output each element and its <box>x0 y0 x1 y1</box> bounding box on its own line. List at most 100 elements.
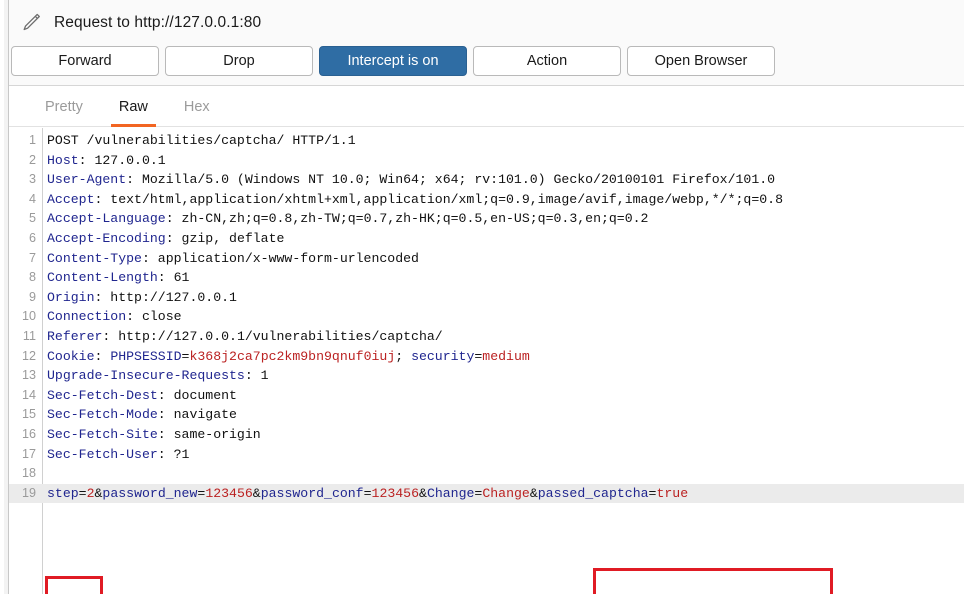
code-token: passed_captcha <box>537 485 649 501</box>
line-text: Host: 127.0.0.1 <box>47 151 166 171</box>
drop-button[interactable]: Drop <box>165 46 313 76</box>
code-token: password_new <box>102 485 198 501</box>
code-token: Accept-Encoding <box>47 230 166 246</box>
code-token: 123456 <box>371 485 420 501</box>
code-token: Referer <box>47 328 103 344</box>
line-text: Content-Length: 61 <box>47 268 189 288</box>
intercept-toolbar: Forward Drop Intercept is on Action Open… <box>11 46 775 76</box>
code-token: security <box>411 348 475 364</box>
message-view-tabbar: Pretty Raw Hex <box>9 87 964 127</box>
line-number: 14 <box>21 387 36 402</box>
code-token: medium <box>482 348 530 364</box>
code-token: Host <box>47 152 79 168</box>
code-line[interactable]: 18 <box>9 464 964 484</box>
request-raw-text[interactable]: 1 POST /vulnerabilities/captcha/ HTTP/1.1… <box>9 131 964 504</box>
code-line[interactable]: 12 Cookie: PHPSESSID=k368j2ca7pc2km9bn9qn… <box>9 347 964 367</box>
line-text: Accept: text/html,application/xhtml+xml,… <box>47 190 783 210</box>
code-token: : http://127.0.0.1/vulnerabilities/captc… <box>102 328 443 344</box>
line-text: Sec-Fetch-User: ?1 <box>47 445 189 465</box>
code-line[interactable]: 3 User-Agent: Mozilla/5.0 (Windows NT 10.… <box>9 170 964 190</box>
code-line[interactable]: 16 Sec-Fetch-Site: same-origin <box>9 425 964 445</box>
annotation-box-passed-captcha-param <box>593 568 833 594</box>
line-number: 8 <box>28 270 36 285</box>
page-title: Request to http://127.0.0.1:80 <box>54 14 262 31</box>
code-line[interactable]: 6 Accept-Encoding: gzip, deflate <box>9 229 964 249</box>
line-text: Origin: http://127.0.0.1 <box>47 288 237 308</box>
line-number: 10 <box>21 309 36 324</box>
code-token: : text/html,application/xhtml+xml,applic… <box>94 191 783 207</box>
tab-raw[interactable]: Raw <box>101 87 166 127</box>
code-token: & <box>529 485 538 501</box>
code-line[interactable]: 5 Accept-Language: zh-CN,zh;q=0.8,zh-TW;q… <box>9 209 964 229</box>
tab-label: Hex <box>183 99 210 115</box>
code-line[interactable]: 15 Sec-Fetch-Mode: navigate <box>9 405 964 425</box>
tab-pretty[interactable]: Pretty <box>27 87 101 127</box>
line-text: step=2&password_new=123456&password_conf… <box>47 484 688 504</box>
code-line[interactable]: 4 Accept: text/html,application/xhtml+xml… <box>9 190 964 210</box>
code-line[interactable]: 1 POST /vulnerabilities/captcha/ HTTP/1.1 <box>9 131 964 151</box>
code-token: Accept <box>47 191 95 207</box>
action-button[interactable]: Action <box>473 46 621 76</box>
line-number: 1 <box>28 133 36 147</box>
code-token: PHPSESSID <box>110 348 182 364</box>
code-token: k368j2ca7pc2km9bn9qnuf0iuj <box>189 348 396 364</box>
code-line[interactable]: 10 Connection: close <box>9 307 964 327</box>
code-line[interactable]: 8 Content-Length: 61 <box>9 268 964 288</box>
line-number: 15 <box>21 407 36 422</box>
line-number: 3 <box>28 172 36 187</box>
code-token: : http://127.0.0.1 <box>94 289 237 305</box>
code-line[interactable]: 13 Upgrade-Insecure-Requests: 1 <box>9 366 964 386</box>
code-line[interactable]: 19 step=2&password_new=123456&password_co… <box>9 483 964 504</box>
code-token: POST /vulnerabilities/captcha/ HTTP/1.1 <box>47 133 356 148</box>
line-number: 6 <box>28 230 36 245</box>
request-title-row: Request to http://127.0.0.1:80 <box>18 9 261 37</box>
code-line[interactable]: 17 Sec-Fetch-User: ?1 <box>9 445 964 465</box>
code-token: : gzip, deflate <box>165 230 285 246</box>
tab-label: Raw <box>118 99 148 115</box>
line-text: Upgrade-Insecure-Requests: 1 <box>47 366 269 386</box>
burp-intercept-window: Request to http://127.0.0.1:80 Forward D… <box>0 0 964 594</box>
code-token: : 127.0.0.1 <box>78 152 166 168</box>
code-token: Change <box>482 485 530 501</box>
code-token: : same-origin <box>157 426 261 442</box>
code-token: Sec-Fetch-Dest <box>47 387 158 403</box>
code-line[interactable]: 9 Origin: http://127.0.0.1 <box>9 288 964 308</box>
code-token: : ?1 <box>157 446 190 462</box>
code-token: Origin <box>47 289 95 305</box>
code-line[interactable]: 7 Content-Type: application/x-www-form-ur… <box>9 249 964 269</box>
code-line[interactable]: 14 Sec-Fetch-Dest: document <box>9 386 964 406</box>
code-token: : close <box>126 309 182 325</box>
line-number: 11 <box>22 328 36 343</box>
line-text: Cookie: PHPSESSID=k368j2ca7pc2km9bn9qnuf… <box>47 347 530 367</box>
line-text: POST /vulnerabilities/captcha/ HTTP/1.1 <box>47 131 356 151</box>
line-text: Accept-Language: zh-CN,zh;q=0.8,zh-TW;q=… <box>47 209 648 229</box>
tab-hex[interactable]: Hex <box>166 87 228 127</box>
line-text: Referer: http://127.0.0.1/vulnerabilitie… <box>47 327 443 347</box>
line-number: 4 <box>28 191 36 206</box>
code-token: : document <box>157 387 237 403</box>
code-token: Content-Type <box>47 250 142 266</box>
line-text: Sec-Fetch-Dest: document <box>47 386 237 406</box>
code-token: true <box>656 485 689 501</box>
code-line[interactable]: 11 Referer: http://127.0.0.1/vulnerabilit… <box>9 327 964 347</box>
line-number: 7 <box>28 250 36 265</box>
line-number: 17 <box>21 446 36 461</box>
code-token: 2 <box>86 485 95 501</box>
line-text: Connection: close <box>47 307 182 327</box>
code-line[interactable]: 2 Host: 127.0.0.1 <box>9 151 964 171</box>
code-token: ; <box>395 348 412 364</box>
code-token: : application/x-www-form-urlencoded <box>141 250 419 266</box>
window-left-edge-inner <box>0 0 4 594</box>
code-token: Sec-Fetch-Site <box>47 426 158 442</box>
line-number: 16 <box>21 426 36 441</box>
intercept-toggle-button[interactable]: Intercept is on <box>319 46 467 76</box>
code-token: & <box>419 485 427 501</box>
message-view-tabs: Pretty Raw Hex <box>27 87 228 127</box>
header-bar: Request to http://127.0.0.1:80 Forward D… <box>9 0 964 86</box>
code-token: Sec-Fetch-User <box>47 446 158 462</box>
request-editor[interactable]: 1 POST /vulnerabilities/captcha/ HTTP/1.1… <box>9 128 964 594</box>
code-token: : <box>94 348 111 364</box>
code-token: Upgrade-Insecure-Requests <box>47 368 245 384</box>
forward-button[interactable]: Forward <box>11 46 159 76</box>
open-browser-button[interactable]: Open Browser <box>627 46 775 76</box>
